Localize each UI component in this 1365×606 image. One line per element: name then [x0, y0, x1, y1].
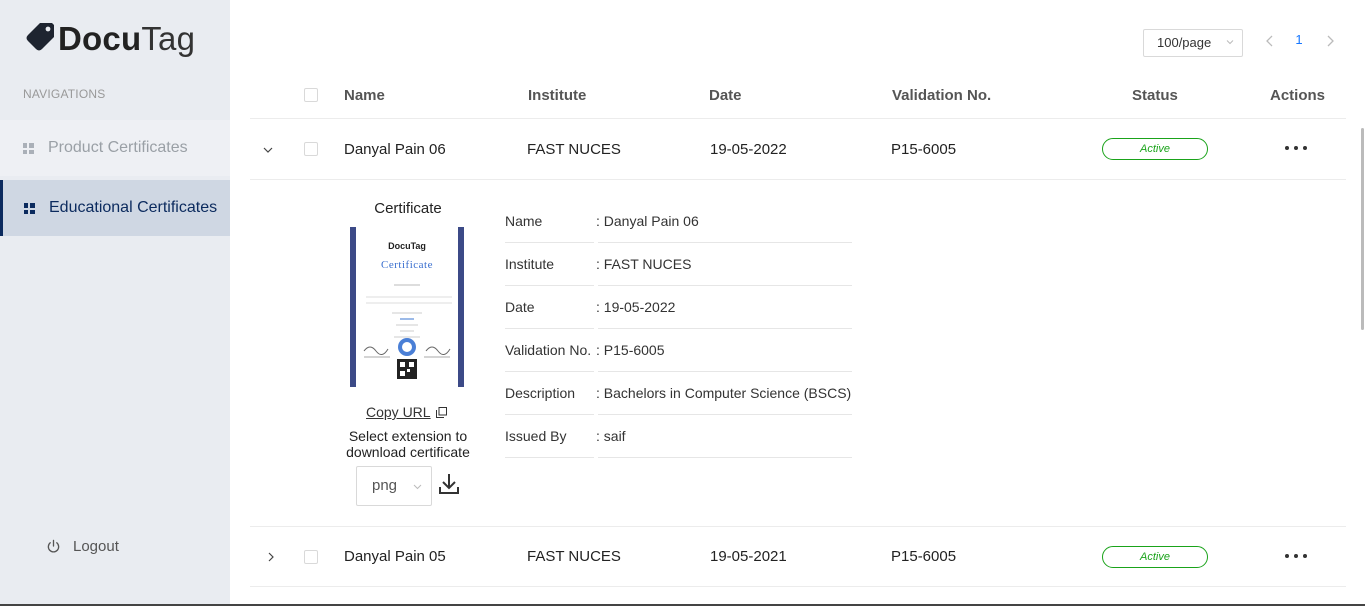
certificate-title: Certificate [374, 200, 442, 217]
sidebar-item-label: Product Certificates [48, 139, 188, 156]
detail-row-date: Date : 19-05-2022 [505, 286, 852, 329]
column-header-name[interactable]: Name [344, 87, 385, 104]
detail-row-issued-by: Issued By : saif [505, 415, 852, 458]
thumb-heading: Certificate [381, 259, 433, 271]
row-actions-menu[interactable] [1285, 552, 1307, 560]
detail-value: : Danyal Pain 06 [596, 213, 699, 229]
row-checkbox[interactable] [304, 142, 318, 156]
detail-label: Date [505, 299, 535, 315]
row-divider [250, 179, 1346, 180]
cell-date: 19-05-2022 [710, 141, 787, 158]
select-extension-text: Select extension to download certificate [346, 428, 470, 460]
column-header-date[interactable]: Date [709, 87, 742, 104]
header-divider [250, 118, 1346, 119]
detail-label: Description [505, 385, 576, 401]
detail-label: Validation No. [505, 342, 592, 358]
detail-label: Name [505, 213, 543, 229]
extension-select[interactable]: png [356, 466, 432, 506]
tag-icon [26, 23, 54, 51]
cell-name: Danyal Pain 05 [344, 548, 446, 565]
detail-label: Institute [505, 256, 555, 272]
thumb-brand: DocuTag [388, 241, 426, 251]
detail-value: : Bachelors in Computer Science (BSCS) [596, 385, 852, 401]
expand-row-button[interactable] [265, 551, 277, 563]
certificate-thumbnail[interactable]: DocuTag Certificate [350, 227, 464, 387]
row-divider [250, 586, 1346, 587]
column-header-status[interactable]: Status [1132, 87, 1178, 104]
column-header-institute[interactable]: Institute [528, 87, 586, 104]
detail-value: : FAST NUCES [596, 256, 692, 272]
sidebar-item-label: Educational Certificates [49, 199, 218, 216]
page-size-value: 100/page [1157, 35, 1212, 50]
cell-institute: FAST NUCES [527, 141, 621, 158]
sidebar-item-educational-certificates[interactable]: Educational Certificates [0, 180, 230, 236]
cell-validation-no: P15-6005 [891, 141, 957, 158]
copy-url-label: Copy URL [366, 404, 431, 420]
scrollbar[interactable] [1361, 128, 1364, 330]
sidebar: DocuTag NAVIGATIONS Product Certificates… [0, 0, 230, 606]
column-header-actions[interactable]: Actions [1270, 87, 1325, 104]
nav-heading: NAVIGATIONS [23, 87, 106, 101]
power-icon [47, 539, 60, 553]
copy-icon [435, 406, 447, 418]
dashboard-icon [23, 142, 34, 154]
row-checkbox[interactable] [304, 550, 318, 564]
cell-date: 19-05-2021 [710, 548, 787, 565]
logout-label: Logout [73, 538, 119, 555]
download-icon[interactable] [438, 472, 460, 496]
column-header-validation-no[interactable]: Validation No. [892, 87, 991, 104]
chevron-down-icon [1226, 40, 1234, 45]
cell-validation-no: P15-6005 [891, 548, 957, 565]
page-size-select[interactable]: 100/page [1143, 29, 1243, 57]
status-badge: Active [1102, 546, 1208, 568]
next-page-button[interactable] [1325, 34, 1335, 48]
detail-row-validation-no: Validation No. : P15-6005 [505, 329, 852, 372]
prev-page-button[interactable] [1265, 34, 1275, 48]
status-badge: Active [1102, 138, 1208, 160]
detail-row-name: Name : Danyal Pain 06 [505, 200, 852, 243]
certificate-body-graphic [363, 284, 452, 379]
logo-light: Tag [141, 19, 196, 57]
chevron-down-icon [413, 484, 422, 490]
sidebar-item-product-certificates[interactable]: Product Certificates [0, 120, 230, 176]
cell-institute: FAST NUCES [527, 548, 621, 565]
select-all-checkbox[interactable] [304, 88, 318, 102]
extension-value: png [372, 477, 398, 494]
detail-value: : saif [596, 428, 626, 444]
logo-bold: Docu [58, 19, 142, 57]
page-number[interactable]: 1 [1290, 32, 1308, 47]
expanded-panel-divider [250, 526, 1346, 527]
dashboard-icon [24, 202, 35, 214]
detail-row-description: Description : Bachelors in Computer Scie… [505, 372, 852, 415]
detail-label: Issued By [505, 428, 567, 444]
logout-button[interactable]: Logout [46, 538, 119, 555]
docutag-logo[interactable]: DocuTag [24, 18, 195, 58]
copy-url-button[interactable]: Copy URL [366, 404, 447, 420]
collapse-row-button[interactable] [262, 144, 274, 156]
detail-value: : P15-6005 [596, 342, 665, 358]
cell-name: Danyal Pain 06 [344, 141, 446, 158]
row-actions-menu[interactable] [1285, 144, 1307, 152]
detail-row-institute: Institute : FAST NUCES [505, 243, 852, 286]
detail-value: : 19-05-2022 [596, 299, 676, 315]
